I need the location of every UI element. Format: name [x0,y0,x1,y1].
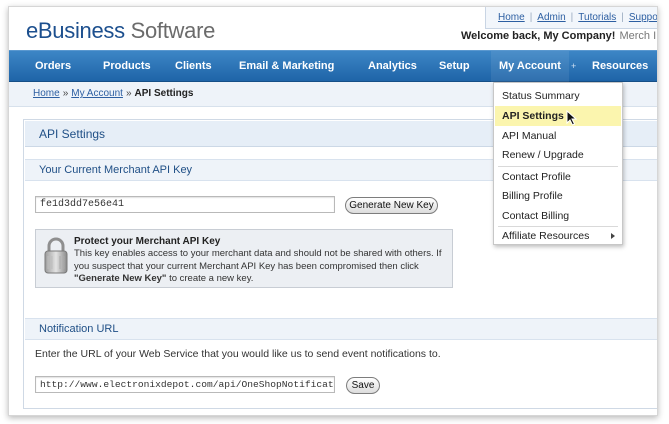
notification-url-field[interactable]: http://www.electronixdepot.com/api/OneSh… [35,376,335,393]
menu-item-api-manual[interactable]: API Manual [495,126,621,146]
notice-text-bold: "Generate New Key" [74,273,167,284]
breadcrumb-home[interactable]: Home [33,88,60,99]
nav-setup[interactable]: Setup [439,51,470,82]
nav-plus-icon: + [571,61,577,71]
notification-section-title: Notification URL [25,318,657,340]
notice-title: Protect your Merchant API Key [74,236,221,247]
welcome-message: Welcome back, My Company!Merch ID: [461,30,657,42]
nav-clients[interactable]: Clients [175,51,212,82]
nav-resources[interactable]: Resources [592,51,648,82]
menu-item-renew-upgrade[interactable]: Renew / Upgrade [495,145,621,165]
nav-analytics[interactable]: Analytics [368,51,417,82]
link-separator: | [621,12,624,23]
notice-text-2: to create a new key. [166,273,254,284]
my-account-dropdown: Status Summary API Settings API Manual R… [493,82,623,245]
app-logo[interactable]: eBusiness Software [26,18,215,44]
logo-software: Software [130,18,216,43]
notice-body: This key enables access to your merchant… [74,248,448,286]
affiliate-resources-label: Affiliate Resources [502,230,590,242]
welcome-text: Welcome back, My Company! [461,30,616,42]
link-home[interactable]: Home [498,12,525,23]
nav-products[interactable]: Products [103,51,151,82]
menu-item-api-settings[interactable]: API Settings [495,106,621,126]
menu-item-contact-billing[interactable]: Contact Billing [495,206,621,226]
breadcrumb-my-account[interactable]: My Account [71,88,123,99]
breadcrumb-current: API Settings [134,88,194,99]
main-nav: Orders Products Clients Email & Marketin… [9,50,657,82]
breadcrumb-separator: » [125,88,132,99]
nav-my-account[interactable]: My Account [491,51,569,82]
link-support[interactable]: Support [629,12,657,23]
mouse-pointer-icon [566,110,578,126]
menu-item-contact-profile[interactable]: Contact Profile [495,167,621,187]
logo-ebusiness: eBusiness [26,18,125,43]
nav-orders[interactable]: Orders [35,51,71,82]
top-links: Home| Admin| Tutorials| Support| Lo [485,7,657,29]
menu-item-status-summary[interactable]: Status Summary [495,86,621,106]
security-notice: Protect your Merchant API Key This key e… [35,229,453,288]
browser-window: eBusiness Software Home | Admin | Tutorial… [8,6,658,416]
submenu-arrow-icon [611,233,615,239]
link-separator: | [570,12,574,23]
generate-new-key-button[interactable]: Generate New Key [345,197,438,214]
menu-item-affiliate-resources[interactable]: Affiliate Resources [495,226,621,246]
lock-icon [44,237,68,274]
link-tutorials[interactable]: Tutorials [578,12,616,23]
link-separator: | [529,12,533,23]
api-key-field[interactable]: fe1d3dd7e56e41 [35,196,335,213]
notification-description: Enter the URL of your Web Service that y… [35,348,441,360]
nav-email-marketing[interactable]: Email & Marketing [239,51,334,82]
save-button[interactable]: Save [346,377,380,394]
notice-text-1: This key enables access to your merchant… [74,248,442,272]
link-admin[interactable]: Admin [537,12,565,23]
breadcrumb-separator: » [62,88,69,99]
merchant-id-label: Merch ID: [619,30,657,42]
menu-item-billing-profile[interactable]: Billing Profile [495,186,621,206]
